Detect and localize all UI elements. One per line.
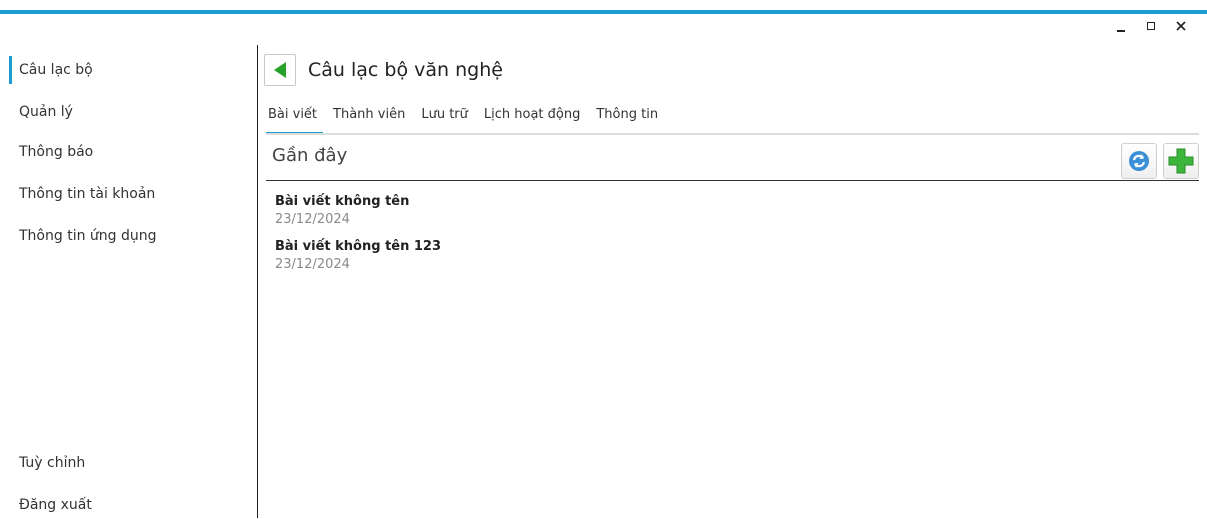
- tab-schedule[interactable]: Lịch hoạt động: [482, 103, 582, 127]
- sidebar: Câu lạc bộ Quản lý Thông báo Thông tin t…: [0, 0, 256, 518]
- list-item[interactable]: Bài viết không tên 23/12/2024: [275, 193, 441, 229]
- section-title: Gần đây: [272, 145, 348, 166]
- sidebar-item-management[interactable]: Quản lý: [9, 98, 73, 126]
- maximize-icon[interactable]: [1143, 18, 1159, 34]
- tab-archive[interactable]: Lưu trữ: [419, 103, 470, 127]
- add-icon: [1168, 148, 1194, 174]
- add-button[interactable]: [1163, 143, 1199, 179]
- sidebar-item-logout[interactable]: Đăng xuất: [9, 491, 92, 519]
- back-button[interactable]: [264, 54, 296, 86]
- post-date: 23/12/2024: [275, 212, 350, 227]
- tab-bar: Bài viết Thành viên Lưu trữ Lịch hoạt độ…: [266, 103, 660, 135]
- window-controls: [1113, 18, 1189, 34]
- sidebar-item-notifications[interactable]: Thông báo: [9, 138, 93, 166]
- section-divider: [266, 180, 1199, 181]
- page-header: Câu lạc bộ văn nghệ: [264, 53, 503, 87]
- tab-underline: [266, 133, 1199, 135]
- sidebar-divider: [257, 45, 258, 518]
- refresh-icon: [1129, 151, 1149, 171]
- sidebar-item-clubs[interactable]: Câu lạc bộ: [9, 56, 93, 84]
- tab-posts[interactable]: Bài viết: [266, 103, 324, 135]
- list-item[interactable]: Bài viết không tên 123 23/12/2024: [275, 238, 441, 274]
- tab-info[interactable]: Thông tin: [594, 103, 660, 127]
- minimize-icon[interactable]: [1113, 18, 1129, 34]
- close-icon[interactable]: [1173, 18, 1189, 34]
- post-title: Bài viết không tên 123: [275, 239, 442, 254]
- refresh-button[interactable]: [1121, 143, 1157, 179]
- sidebar-item-settings[interactable]: Tuỳ chỉnh: [9, 449, 85, 477]
- sidebar-item-account-info[interactable]: Thông tin tài khoản: [9, 180, 155, 208]
- back-arrow-icon: [274, 62, 286, 78]
- section-actions: [1121, 143, 1199, 179]
- post-date: 23/12/2024: [275, 257, 350, 272]
- post-title: Bài viết không tên: [275, 194, 410, 209]
- sidebar-item-app-info[interactable]: Thông tin ứng dụng: [9, 222, 157, 250]
- tab-members[interactable]: Thành viên: [331, 103, 407, 127]
- post-list: Bài viết không tên 23/12/2024 Bài viết k…: [275, 193, 441, 283]
- page-title: Câu lạc bộ văn nghệ: [308, 59, 503, 81]
